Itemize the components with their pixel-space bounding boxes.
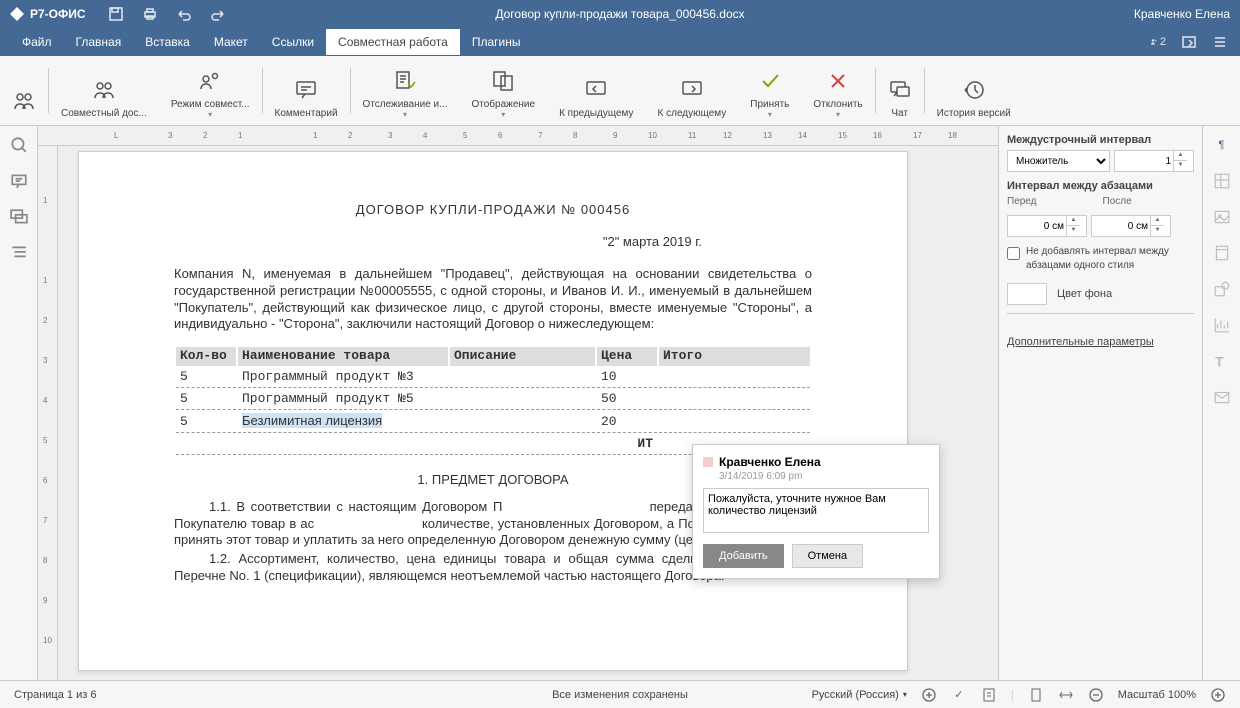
page-indicator[interactable]: Страница 1 из 6 — [14, 689, 96, 701]
spacing-before-input[interactable]: ▲▼ — [1007, 215, 1087, 237]
doc-date: "2" марта 2019 г. — [174, 234, 812, 251]
chat-icon[interactable] — [10, 208, 28, 226]
app-logo: Р7-ОФИС — [10, 7, 86, 21]
paragraph-panel: Междустрочный интервал Множитель ▲▼ Инте… — [998, 126, 1202, 680]
tool-chat[interactable]: Чат — [876, 56, 924, 125]
comment-add-button[interactable]: Добавить — [703, 544, 784, 568]
title-bar: Р7-ОФИС Договор купли-продажи товара_000… — [0, 0, 1240, 28]
undo-icon[interactable] — [176, 6, 192, 22]
doc-table: Кол-воНаименование товараОписаниеЦенаИто… — [174, 345, 812, 456]
menu-collaboration[interactable]: Совместная работа — [326, 29, 460, 55]
app-name: Р7-ОФИС — [30, 7, 86, 21]
paragraph-tab-icon[interactable]: ¶ — [1213, 136, 1231, 154]
comment-user-color — [703, 457, 713, 467]
comment-popup: Кравченко Елена 3/14/2019 6:09 pm Пожалу… — [692, 444, 940, 579]
table-row: 5Программный продукт №550 — [176, 390, 810, 410]
tool-prev[interactable]: К предыдущему — [547, 56, 645, 125]
status-bar: Страница 1 из 6 Все изменения сохранены … — [0, 680, 1240, 708]
tool-comment[interactable]: Комментарий — [263, 56, 350, 125]
headings-icon[interactable] — [10, 244, 28, 262]
comments-icon[interactable] — [10, 172, 28, 190]
document-title: Договор купли-продажи товара_000456.docx — [495, 7, 744, 21]
tool-sharing-label[interactable]: Совместный дос... — [49, 56, 159, 125]
line-spacing-type-select[interactable]: Множитель — [1007, 150, 1110, 172]
fill-color-swatch[interactable] — [1007, 283, 1047, 305]
print-icon[interactable] — [142, 6, 158, 22]
track-changes-icon[interactable] — [981, 687, 997, 703]
advanced-settings-link[interactable]: Дополнительные параметры — [1007, 336, 1194, 348]
vertical-ruler[interactable]: 1 1 2 3 4 5 6 7 8 9 10 — [38, 146, 58, 680]
tool-history[interactable]: История версий — [925, 56, 1023, 125]
fit-page-icon[interactable] — [1028, 687, 1044, 703]
svg-text:T: T — [1215, 355, 1224, 370]
doc-heading: ДОГОВОР КУПЛИ-ПРОДАЖИ № 000456 — [174, 202, 812, 219]
chart-tab-icon[interactable] — [1213, 316, 1231, 334]
table-tab-icon[interactable] — [1213, 172, 1231, 190]
tool-display[interactable]: Отображение▾ — [459, 56, 547, 125]
document-page[interactable]: ДОГОВОР КУПЛИ-ПРОДАЖИ № 000456 "2" марта… — [78, 151, 908, 671]
line-spacing-value-input[interactable]: ▲▼ — [1114, 150, 1194, 172]
users-icon[interactable]: 2 — [1150, 34, 1166, 50]
fill-label: Цвет фона — [1057, 288, 1112, 300]
right-tabs: ¶ T — [1202, 126, 1240, 680]
tool-coedit[interactable]: Режим совмест...▾ — [159, 56, 262, 125]
table-row: 5Безлимитная лицензия20 — [176, 412, 810, 433]
mailmerge-tab-icon[interactable] — [1213, 388, 1231, 406]
toolbar: Совместный дос... Режим совмест...▾ Комм… — [0, 56, 1240, 126]
comment-textarea[interactable]: Пожалуйста, уточните нужное Вам количест… — [703, 488, 929, 533]
fit-width-icon[interactable] — [1058, 687, 1074, 703]
para-spacing-label: Интервал между абзацами — [1007, 180, 1194, 192]
zoom-in-icon[interactable] — [1210, 687, 1226, 703]
menu-insert[interactable]: Вставка — [133, 29, 202, 55]
shape-tab-icon[interactable] — [1213, 280, 1231, 298]
image-tab-icon[interactable] — [1213, 208, 1231, 226]
left-sidebar — [0, 126, 38, 680]
no-space-label: Не добавлять интервал между абзацами одн… — [1026, 245, 1194, 273]
table-row: 5Программный продукт №310 — [176, 368, 810, 388]
tool-reject[interactable]: Отклонить▾ — [801, 56, 874, 125]
changes-saved: Все изменения сохранены — [552, 689, 688, 701]
tool-accept[interactable]: Принять▾ — [738, 56, 801, 125]
tool-sharing[interactable] — [0, 56, 48, 125]
language-selector[interactable]: Русский (Россия)▾ — [812, 689, 907, 701]
logo-icon — [10, 7, 24, 21]
menu-icon[interactable] — [1212, 34, 1228, 50]
spellcheck-icon[interactable] — [921, 687, 937, 703]
user-name: Кравченко Елена — [1134, 7, 1230, 21]
zoom-out-icon[interactable] — [1088, 687, 1104, 703]
line-spacing-label: Междустрочный интервал — [1007, 134, 1194, 146]
search-icon[interactable] — [10, 136, 28, 154]
save-icon[interactable] — [108, 6, 124, 22]
textart-tab-icon[interactable]: T — [1213, 352, 1231, 370]
open-location-icon[interactable] — [1181, 34, 1197, 50]
document-area: L 3 2 1 1 2 3 4 5 6 7 8 9 10 11 12 13 14… — [38, 126, 998, 680]
menu-file[interactable]: Файл — [10, 29, 64, 55]
menu-home[interactable]: Главная — [64, 29, 134, 55]
header-tab-icon[interactable] — [1213, 244, 1231, 262]
comment-author: Кравченко Елена — [719, 455, 821, 469]
zoom-level[interactable]: Масштаб 100% — [1118, 689, 1196, 701]
menu-bar: Файл Главная Вставка Макет Ссылки Совмес… — [0, 28, 1240, 56]
tool-next[interactable]: К следующему — [646, 56, 739, 125]
no-space-checkbox[interactable] — [1007, 247, 1020, 260]
comment-datetime: 3/14/2019 6:09 pm — [719, 471, 929, 482]
menu-layout[interactable]: Макет — [202, 29, 260, 55]
tool-track[interactable]: Отслеживание и...▾ — [351, 56, 460, 125]
spellcheck-toggle-icon[interactable]: ✓ — [951, 687, 967, 703]
comment-cancel-button[interactable]: Отмена — [792, 544, 863, 568]
horizontal-ruler[interactable]: L 3 2 1 1 2 3 4 5 6 7 8 9 10 11 12 13 14… — [38, 126, 998, 146]
menu-references[interactable]: Ссылки — [260, 29, 326, 55]
spacing-after-input[interactable]: ▲▼ — [1091, 215, 1171, 237]
redo-icon[interactable] — [210, 6, 226, 22]
doc-intro: Компания N, именуемая в дальнейшем "Прод… — [174, 266, 812, 334]
menu-plugins[interactable]: Плагины — [460, 29, 533, 55]
